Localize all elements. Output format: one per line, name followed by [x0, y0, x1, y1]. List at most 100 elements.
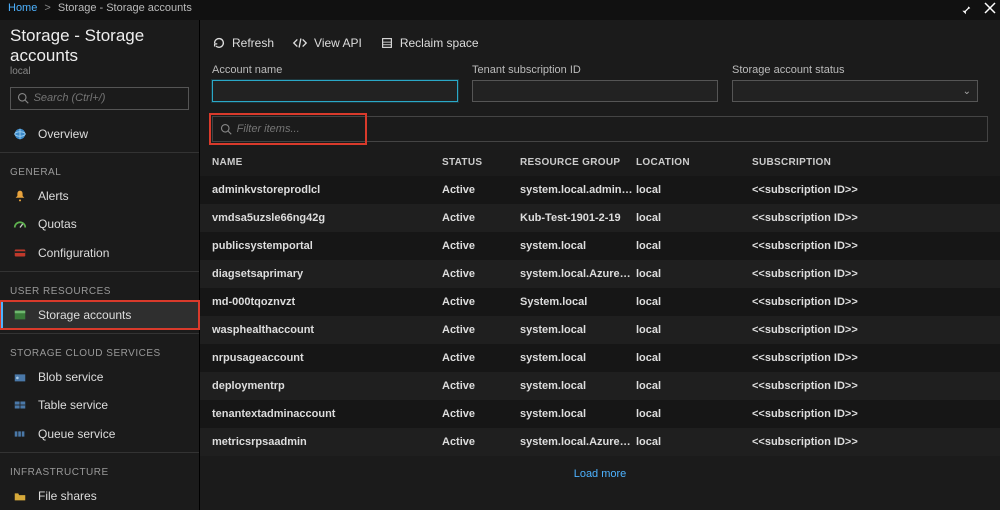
load-more-link[interactable]: Load more — [574, 468, 627, 480]
col-name[interactable]: NAME — [212, 157, 442, 168]
view-api-label: View API — [314, 36, 362, 50]
nav-queue-service[interactable]: Queue service — [0, 419, 199, 447]
reclaim-space-label: Reclaim space — [400, 36, 479, 50]
nav-label: Storage accounts — [38, 308, 131, 322]
filter-items-input[interactable] — [237, 123, 981, 135]
status-dropdown[interactable]: ⌄ — [732, 80, 978, 102]
cell-location: local — [636, 240, 752, 252]
cell-name: wasphealthaccount — [212, 324, 442, 336]
main-content: Refresh View API Reclaim space Account n… — [200, 20, 1000, 510]
table-row[interactable]: metricsrpsaadminActivesystem.local.Azure… — [200, 428, 1000, 456]
nav-overview[interactable]: Overview — [0, 120, 199, 148]
nav-label: Blob service — [38, 370, 103, 384]
table-header: NAME STATUS RESOURCE GROUP LOCATION SUBS… — [200, 148, 1000, 176]
table-row[interactable]: diagsetsaprimaryActivesystem.local.Azure… — [200, 260, 1000, 288]
breadcrumb: Home > Storage - Storage accounts — [0, 0, 1000, 20]
cell-subscription: <<subscription ID>> — [752, 352, 976, 364]
cell-name: metricsrpsaadmin — [212, 436, 442, 448]
table-row[interactable]: adminkvstoreprodlclActivesystem.local.ad… — [200, 176, 1000, 204]
cell-status: Active — [442, 352, 520, 364]
nav-label: Queue service — [38, 427, 115, 441]
account-name-label: Account name — [212, 64, 458, 76]
blob-icon — [12, 369, 28, 385]
sidebar-search[interactable] — [10, 87, 189, 110]
filter-row: Account name Tenant subscription ID Stor… — [212, 60, 988, 102]
table-row[interactable]: tenantextadminaccountActivesystem.locall… — [200, 400, 1000, 428]
cell-status: Active — [442, 184, 520, 196]
table-row[interactable]: md-000tqoznvztActiveSystem.locallocal<<s… — [200, 288, 1000, 316]
cell-rg: system.local — [520, 240, 636, 252]
breadcrumb-home[interactable]: Home — [8, 2, 37, 14]
filter-items-box[interactable] — [212, 116, 988, 142]
cell-status: Active — [442, 324, 520, 336]
storage-account-icon — [12, 307, 28, 323]
col-rg[interactable]: RESOURCE GROUP — [520, 157, 636, 168]
cell-status: Active — [442, 408, 520, 420]
cell-subscription: <<subscription ID>> — [752, 408, 976, 420]
cell-subscription: <<subscription ID>> — [752, 324, 976, 336]
refresh-label: Refresh — [232, 36, 274, 50]
col-location[interactable]: LOCATION — [636, 157, 752, 168]
cell-rg: system.local.AzureMon… — [520, 268, 636, 280]
cell-subscription: <<subscription ID>> — [752, 240, 976, 252]
nav-quotas[interactable]: Quotas — [0, 210, 199, 238]
table-row[interactable]: vmdsa5uzsle66ng42gActiveKub-Test-1901-2-… — [200, 204, 1000, 232]
cell-location: local — [636, 296, 752, 308]
nav-label: File shares — [38, 489, 97, 503]
nav-label: Overview — [38, 127, 88, 141]
cell-subscription: <<subscription ID>> — [752, 184, 976, 196]
table-row[interactable]: wasphealthaccountActivesystem.locallocal… — [200, 316, 1000, 344]
col-status[interactable]: STATUS — [442, 157, 520, 168]
table-row[interactable]: publicsystemportalActivesystem.localloca… — [200, 232, 1000, 260]
table-row[interactable]: nrpusageaccountActivesystem.locallocal<<… — [200, 344, 1000, 372]
refresh-button[interactable]: Refresh — [212, 36, 274, 50]
cell-location: local — [636, 436, 752, 448]
cell-rg: system.local — [520, 380, 636, 392]
bell-icon — [12, 188, 28, 204]
nav-storage-accounts[interactable]: Storage accounts — [0, 301, 199, 329]
cell-location: local — [636, 268, 752, 280]
cell-status: Active — [442, 296, 520, 308]
sidebar: Storage - Storage accounts local Overvie… — [0, 20, 200, 510]
cell-rg: system.local — [520, 352, 636, 364]
nav-blob-service[interactable]: Blob service — [0, 363, 199, 391]
cell-name: publicsystemportal — [212, 240, 442, 252]
cell-status: Active — [442, 436, 520, 448]
account-name-input-wrap[interactable] — [212, 80, 458, 102]
cell-location: local — [636, 212, 752, 224]
cell-rg: system.local.AzureMon… — [520, 436, 636, 448]
pin-icon[interactable] — [958, 2, 972, 16]
cell-status: Active — [442, 212, 520, 224]
cell-name: diagsetsaprimary — [212, 268, 442, 280]
queue-icon — [12, 426, 28, 442]
nav-alerts[interactable]: Alerts — [0, 182, 199, 210]
view-api-button[interactable]: View API — [292, 36, 362, 50]
tenant-sub-label: Tenant subscription ID — [472, 64, 718, 76]
account-name-input[interactable] — [219, 84, 451, 99]
section-cloud-services: STORAGE CLOUD SERVICES — [0, 338, 199, 363]
section-user-resources: USER RESOURCES — [0, 276, 199, 301]
cell-rg: System.local — [520, 296, 636, 308]
cell-location: local — [636, 352, 752, 364]
cell-location: local — [636, 324, 752, 336]
toolbar: Refresh View API Reclaim space — [212, 20, 988, 60]
nav-configuration[interactable]: Configuration — [0, 238, 199, 266]
nav-file-shares[interactable]: File shares — [0, 482, 199, 510]
table-icon — [12, 397, 28, 413]
cell-location: local — [636, 380, 752, 392]
status-label: Storage account status — [732, 64, 978, 76]
cell-status: Active — [442, 268, 520, 280]
tenant-sub-input-wrap[interactable] — [472, 80, 718, 102]
tenant-sub-input[interactable] — [479, 84, 711, 99]
reclaim-space-button[interactable]: Reclaim space — [380, 36, 479, 50]
close-icon[interactable] — [984, 2, 996, 16]
nav-table-service[interactable]: Table service — [0, 391, 199, 419]
cell-rg: system.local.adminkeyv… — [520, 184, 636, 196]
section-general: GENERAL — [0, 157, 199, 182]
col-subscription[interactable]: SUBSCRIPTION — [752, 157, 976, 168]
card-icon — [12, 245, 28, 261]
table-row[interactable]: deploymentrpActivesystem.locallocal<<sub… — [200, 372, 1000, 400]
breadcrumb-sep: > — [40, 2, 54, 14]
cell-subscription: <<subscription ID>> — [752, 380, 976, 392]
sidebar-search-input[interactable] — [34, 92, 182, 104]
